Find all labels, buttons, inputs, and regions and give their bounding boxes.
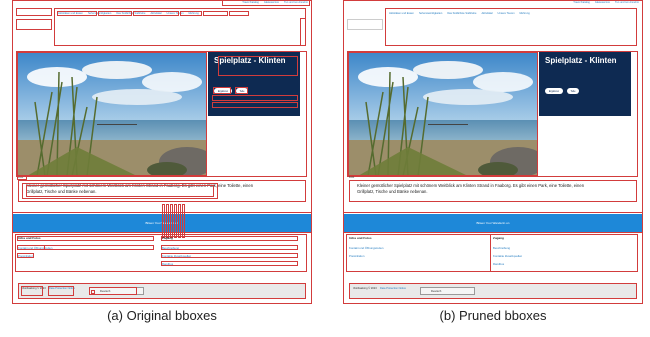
bbox (343, 0, 643, 304)
caption-original: (a) Original bboxes (107, 308, 217, 323)
caption-pruned: (b) Pruned bboxes (439, 308, 547, 323)
panel-pruned: Travel Katalog Gästeservice Tun und tun … (343, 0, 643, 304)
bbox (12, 0, 312, 304)
panel-original: Travel Katalog Gästeservice Tun und tun … (12, 0, 312, 304)
